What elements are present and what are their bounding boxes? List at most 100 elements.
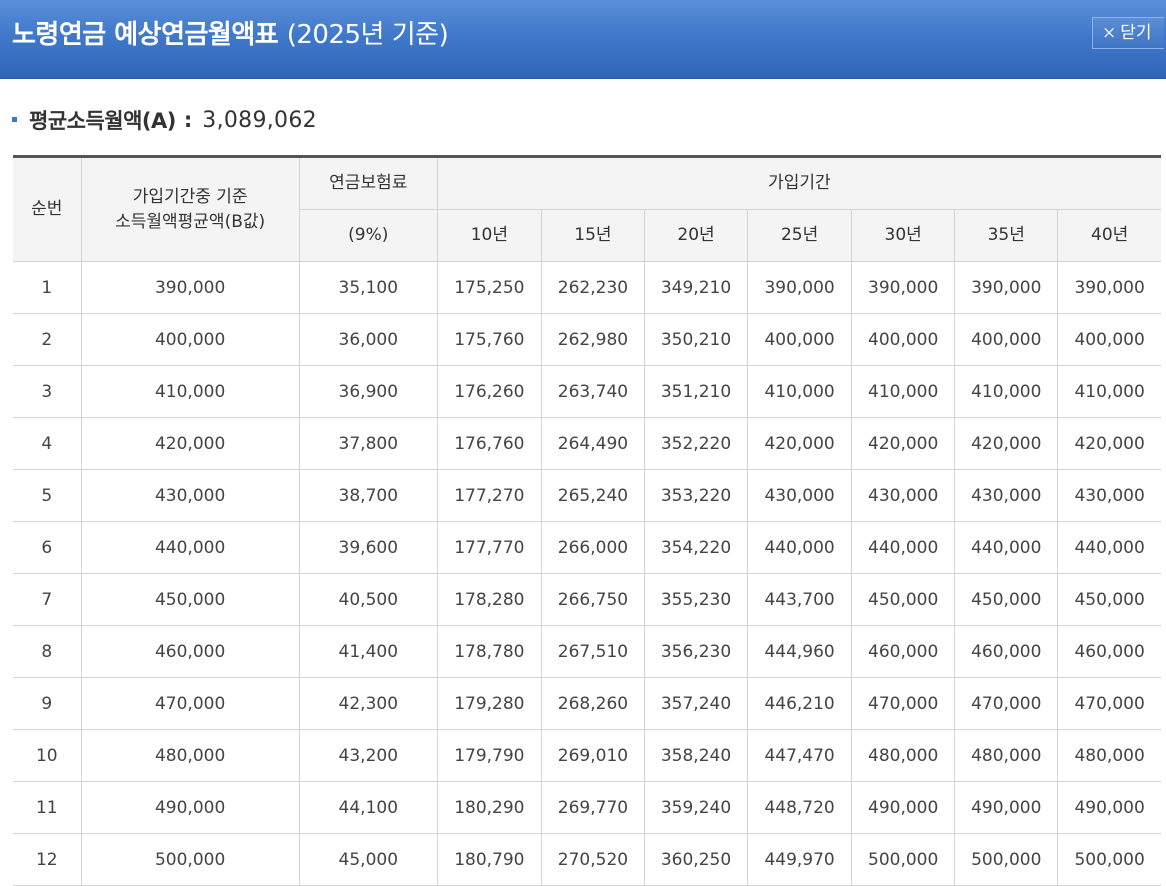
- cell-no: 12: [13, 833, 82, 886]
- cell-20y: 355,230: [643, 573, 749, 626]
- cell-35y: 390,000: [954, 261, 1059, 314]
- cell-no: 7: [13, 573, 82, 626]
- cell-30y: 400,000: [851, 313, 956, 366]
- cell-premium: 38,700: [298, 469, 438, 522]
- cell-20y: 360,250: [643, 833, 749, 886]
- cell-no: 6: [13, 521, 82, 574]
- page-title-year: (2025년 기준): [286, 20, 449, 50]
- cell-income: 470,000: [80, 677, 300, 730]
- table-row: 11 490,000 44,100 180,290 269,770 359,240 448,…: [13, 781, 1161, 834]
- cell-10y: 180,290: [436, 781, 542, 834]
- cell-20y: 353,220: [643, 469, 749, 522]
- header-year: 15년: [540, 209, 645, 262]
- cell-40y: 430,000: [1057, 469, 1161, 522]
- cell-premium: 42,300: [298, 677, 438, 730]
- cell-20y: 359,240: [643, 781, 749, 834]
- cell-15y: 262,230: [540, 261, 645, 314]
- cell-15y: 270,520: [540, 833, 645, 886]
- pension-table: 순번 가입기간중 기준 소득월액평균액(B값) 연금보험료 가입기간 (9%) …: [13, 155, 1161, 886]
- cell-no: 8: [13, 625, 82, 678]
- cell-25y: 447,470: [747, 729, 853, 782]
- cell-30y: 410,000: [851, 365, 956, 418]
- cell-40y: 480,000: [1057, 729, 1161, 782]
- header-income-line2: 소득월액평균액(B값): [115, 211, 266, 232]
- cell-premium: 39,600: [298, 521, 438, 574]
- table-header: 순번 가입기간중 기준 소득월액평균액(B값) 연금보험료 가입기간 (9%) …: [13, 156, 1161, 262]
- cell-income: 490,000: [80, 781, 300, 834]
- cell-35y: 430,000: [954, 469, 1059, 522]
- cell-income: 480,000: [80, 729, 300, 782]
- cell-10y: 178,280: [436, 573, 542, 626]
- header-income: 가입기간중 기준 소득월액평균액(B값): [80, 156, 300, 262]
- cell-no: 4: [13, 417, 82, 470]
- cell-20y: 352,220: [643, 417, 749, 470]
- cell-10y: 177,770: [436, 521, 542, 574]
- cell-premium: 35,100: [298, 261, 438, 314]
- cell-10y: 175,250: [436, 261, 542, 314]
- cell-income: 420,000: [80, 417, 300, 470]
- close-button-label: 닫기: [1120, 23, 1152, 43]
- close-button[interactable]: × 닫기: [1092, 17, 1164, 49]
- cell-30y: 450,000: [851, 573, 956, 626]
- cell-premium: 44,100: [298, 781, 438, 834]
- header-year: 10년: [436, 209, 542, 262]
- cell-25y: 430,000: [747, 469, 853, 522]
- cell-40y: 470,000: [1057, 677, 1161, 730]
- table-row: 7 450,000 40,500 178,280 266,750 355,230 443,7…: [13, 573, 1161, 626]
- table-row: 3 410,000 36,900 176,260 263,740 351,210 410,0…: [13, 365, 1161, 418]
- table-row: 2 400,000 36,000 175,760 262,980 350,210 400,0…: [13, 313, 1161, 366]
- cell-15y: 266,750: [540, 573, 645, 626]
- cell-15y: 267,510: [540, 625, 645, 678]
- cell-30y: 420,000: [851, 417, 956, 470]
- cell-no: 11: [13, 781, 82, 834]
- cell-premium: 36,000: [298, 313, 438, 366]
- table-row: 6 440,000 39,600 177,770 266,000 354,220 440,0…: [13, 521, 1161, 574]
- table-row: 12 500,000 45,000 180,790 270,520 360,250 449,…: [13, 833, 1161, 886]
- average-income-label: 평균소득월액(A): [29, 109, 176, 133]
- cell-25y: 448,720: [747, 781, 853, 834]
- header-year: 20년: [643, 209, 749, 262]
- cell-40y: 500,000: [1057, 833, 1161, 886]
- cell-10y: 179,790: [436, 729, 542, 782]
- table-body: 1 390,000 35,100 175,250 262,230 349,210 390,0…: [13, 261, 1161, 886]
- cell-40y: 410,000: [1057, 365, 1161, 418]
- cell-30y: 490,000: [851, 781, 956, 834]
- cell-35y: 450,000: [954, 573, 1059, 626]
- page-title-text: 노령연금 예상연금월액표: [12, 20, 279, 50]
- average-income-colon: :: [183, 108, 193, 132]
- cell-40y: 390,000: [1057, 261, 1161, 314]
- cell-20y: 357,240: [643, 677, 749, 730]
- cell-30y: 390,000: [851, 261, 956, 314]
- cell-25y: 449,970: [747, 833, 853, 886]
- table-row: 9 470,000 42,300 179,280 268,260 357,240 446,2…: [13, 677, 1161, 730]
- cell-15y: 269,010: [540, 729, 645, 782]
- cell-income: 440,000: [80, 521, 300, 574]
- cell-10y: 180,790: [436, 833, 542, 886]
- bullet-icon: [12, 116, 17, 122]
- cell-15y: 268,260: [540, 677, 645, 730]
- cell-income: 500,000: [80, 833, 300, 886]
- cell-premium: 36,900: [298, 365, 438, 418]
- table-row: 10 480,000 43,200 179,790 269,010 358,240 447,…: [13, 729, 1161, 782]
- cell-20y: 358,240: [643, 729, 749, 782]
- cell-40y: 460,000: [1057, 625, 1161, 678]
- cell-35y: 500,000: [954, 833, 1059, 886]
- table-row: 5 430,000 38,700 177,270 265,240 353,220 430,0…: [13, 469, 1161, 522]
- cell-15y: 264,490: [540, 417, 645, 470]
- cell-premium: 40,500: [298, 573, 438, 626]
- cell-premium: 37,800: [298, 417, 438, 470]
- cell-10y: 179,280: [436, 677, 542, 730]
- cell-no: 10: [13, 729, 82, 782]
- header-premium: 연금보험료: [298, 156, 438, 210]
- cell-25y: 420,000: [747, 417, 853, 470]
- cell-income: 450,000: [80, 573, 300, 626]
- header-period: 가입기간: [436, 156, 1161, 210]
- cell-20y: 356,230: [643, 625, 749, 678]
- cell-35y: 400,000: [954, 313, 1059, 366]
- cell-30y: 430,000: [851, 469, 956, 522]
- title-bar: 노령연금 예상연금월액표 (2025년 기준) × 닫기: [0, 0, 1166, 79]
- cell-25y: 443,700: [747, 573, 853, 626]
- header-year: 25년: [747, 209, 853, 262]
- cell-25y: 444,960: [747, 625, 853, 678]
- page-title: 노령연금 예상연금월액표 (2025년 기준): [12, 14, 449, 51]
